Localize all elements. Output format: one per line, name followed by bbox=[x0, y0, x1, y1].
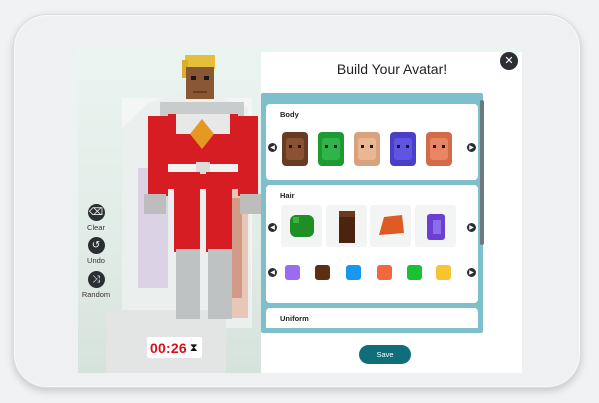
random-tool[interactable]: ⤨ Random bbox=[78, 271, 114, 299]
options-list[interactable]: Body ◀ ▶ Hair ◀ ▶ ◀ ▶ Uniform bbox=[266, 98, 478, 328]
hair-color-swatch[interactable] bbox=[377, 265, 392, 280]
body-option[interactable] bbox=[318, 132, 344, 166]
hair-style-shape bbox=[427, 214, 445, 240]
hair-prev-arrow[interactable]: ◀ bbox=[268, 223, 277, 232]
hair-color-swatch[interactable] bbox=[315, 265, 330, 280]
undo-label: Undo bbox=[87, 256, 105, 265]
body-prev-arrow[interactable]: ◀ bbox=[268, 143, 277, 152]
clear-tool[interactable]: ⌫ Clear bbox=[78, 204, 114, 232]
body-section-title: Body bbox=[280, 110, 299, 119]
panel-title: Build Your Avatar! bbox=[336, 61, 448, 77]
body-options[interactable] bbox=[278, 128, 468, 172]
undo-icon: ↺ bbox=[87, 237, 105, 254]
random-label: Random bbox=[81, 290, 111, 299]
uniform-section: Uniform bbox=[266, 308, 478, 328]
hair-color-swatch[interactable] bbox=[436, 265, 451, 280]
body-option[interactable] bbox=[354, 132, 380, 166]
hair-section-title: Hair bbox=[280, 191, 295, 200]
save-button[interactable]: Save bbox=[359, 345, 411, 364]
hair-style-option[interactable] bbox=[326, 205, 367, 247]
options-list-frame: Body ◀ ▶ Hair ◀ ▶ ◀ ▶ Uniform bbox=[261, 93, 483, 333]
body-option[interactable] bbox=[390, 132, 416, 166]
hair-section: Hair ◀ ▶ ◀ ▶ bbox=[266, 185, 478, 303]
uniform-section-title: Uniform bbox=[280, 314, 309, 323]
hair-style-shape bbox=[339, 211, 355, 243]
hair-style-option[interactable] bbox=[370, 205, 411, 247]
timer-value: 00:26 bbox=[150, 339, 187, 356]
clear-label: Clear bbox=[87, 223, 105, 232]
hair-color-next-arrow[interactable]: ▶ bbox=[467, 268, 476, 277]
game-screen: ⌫ Clear ↺ Undo ⤨ Random 00:26 ⧗ Build Yo… bbox=[78, 48, 522, 373]
hair-style-shape bbox=[379, 215, 404, 235]
countdown-timer: 00:26 ⧗ bbox=[147, 337, 202, 358]
body-next-arrow[interactable]: ▶ bbox=[467, 143, 476, 152]
hair-color-prev-arrow[interactable]: ◀ bbox=[268, 268, 277, 277]
hair-color-swatch[interactable] bbox=[407, 265, 422, 280]
hourglass-icon: ⧗ bbox=[189, 340, 198, 354]
undo-tool[interactable]: ↺ Undo bbox=[78, 237, 114, 265]
hair-color-swatch[interactable] bbox=[346, 265, 361, 280]
hair-color-swatch[interactable] bbox=[285, 265, 300, 280]
eraser-icon: ⌫ bbox=[87, 204, 105, 221]
options-scrollbar[interactable] bbox=[480, 100, 484, 245]
hair-style-option[interactable] bbox=[281, 205, 322, 247]
body-option[interactable] bbox=[282, 132, 308, 166]
hair-next-arrow[interactable]: ▶ bbox=[467, 223, 476, 232]
hair-style-option[interactable] bbox=[415, 205, 456, 247]
avatar-character bbox=[144, 55, 262, 319]
avatar-builder-panel: Build Your Avatar! ✕ Body ◀ ▶ Hair ◀ ▶ ◀… bbox=[261, 52, 522, 373]
close-button[interactable]: ✕ bbox=[500, 52, 518, 70]
shuffle-icon: ⤨ bbox=[87, 271, 105, 288]
body-option[interactable] bbox=[426, 132, 452, 166]
body-section: Body ◀ ▶ bbox=[266, 104, 478, 180]
hair-style-shape bbox=[290, 215, 314, 237]
